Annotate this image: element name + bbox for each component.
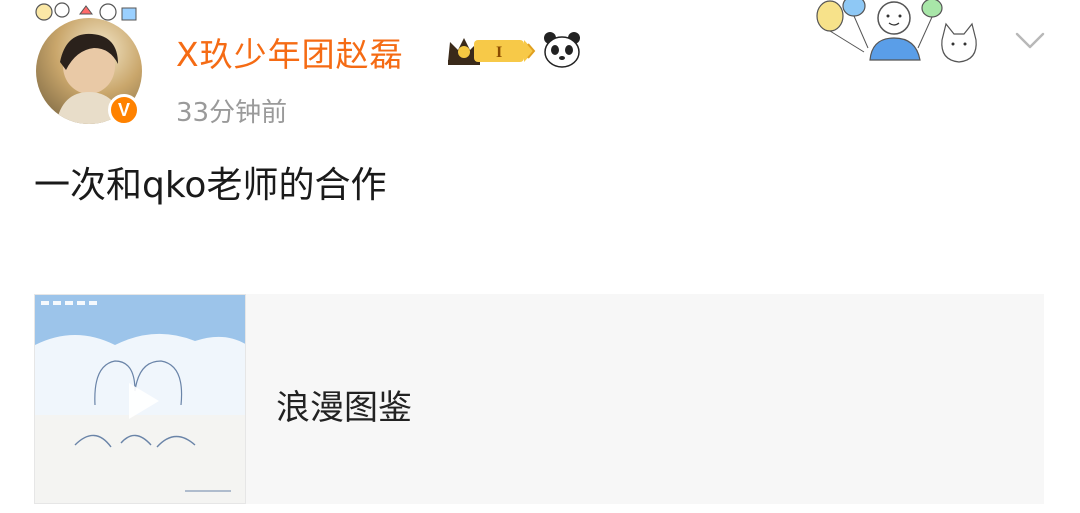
verified-icon: V bbox=[108, 94, 140, 126]
username[interactable]: X玖少年团赵磊 bbox=[176, 28, 404, 76]
balloon-decoration-icon bbox=[816, 0, 977, 63]
post-text: 一次和qko老师的合作 bbox=[34, 165, 387, 206]
post-timestamp: 33分钟前 bbox=[176, 98, 288, 128]
chevron-down-icon[interactable] bbox=[1014, 30, 1046, 52]
level-label: I bbox=[496, 44, 502, 61]
media-card[interactable]: 浪漫图鉴 bbox=[34, 294, 1044, 504]
album-cover[interactable] bbox=[34, 294, 246, 504]
media-card-title[interactable]: 浪漫图鉴 bbox=[276, 380, 412, 429]
play-icon[interactable] bbox=[117, 377, 165, 425]
vip-level-badge[interactable]: I bbox=[474, 38, 536, 64]
panda-icon bbox=[544, 32, 580, 68]
weibo-post: V X玖少年团赵磊 I 33分钟前 一次和qko老师的合作 浪漫图鉴 bbox=[0, 0, 1080, 513]
avatar-container[interactable]: V bbox=[30, 0, 150, 128]
